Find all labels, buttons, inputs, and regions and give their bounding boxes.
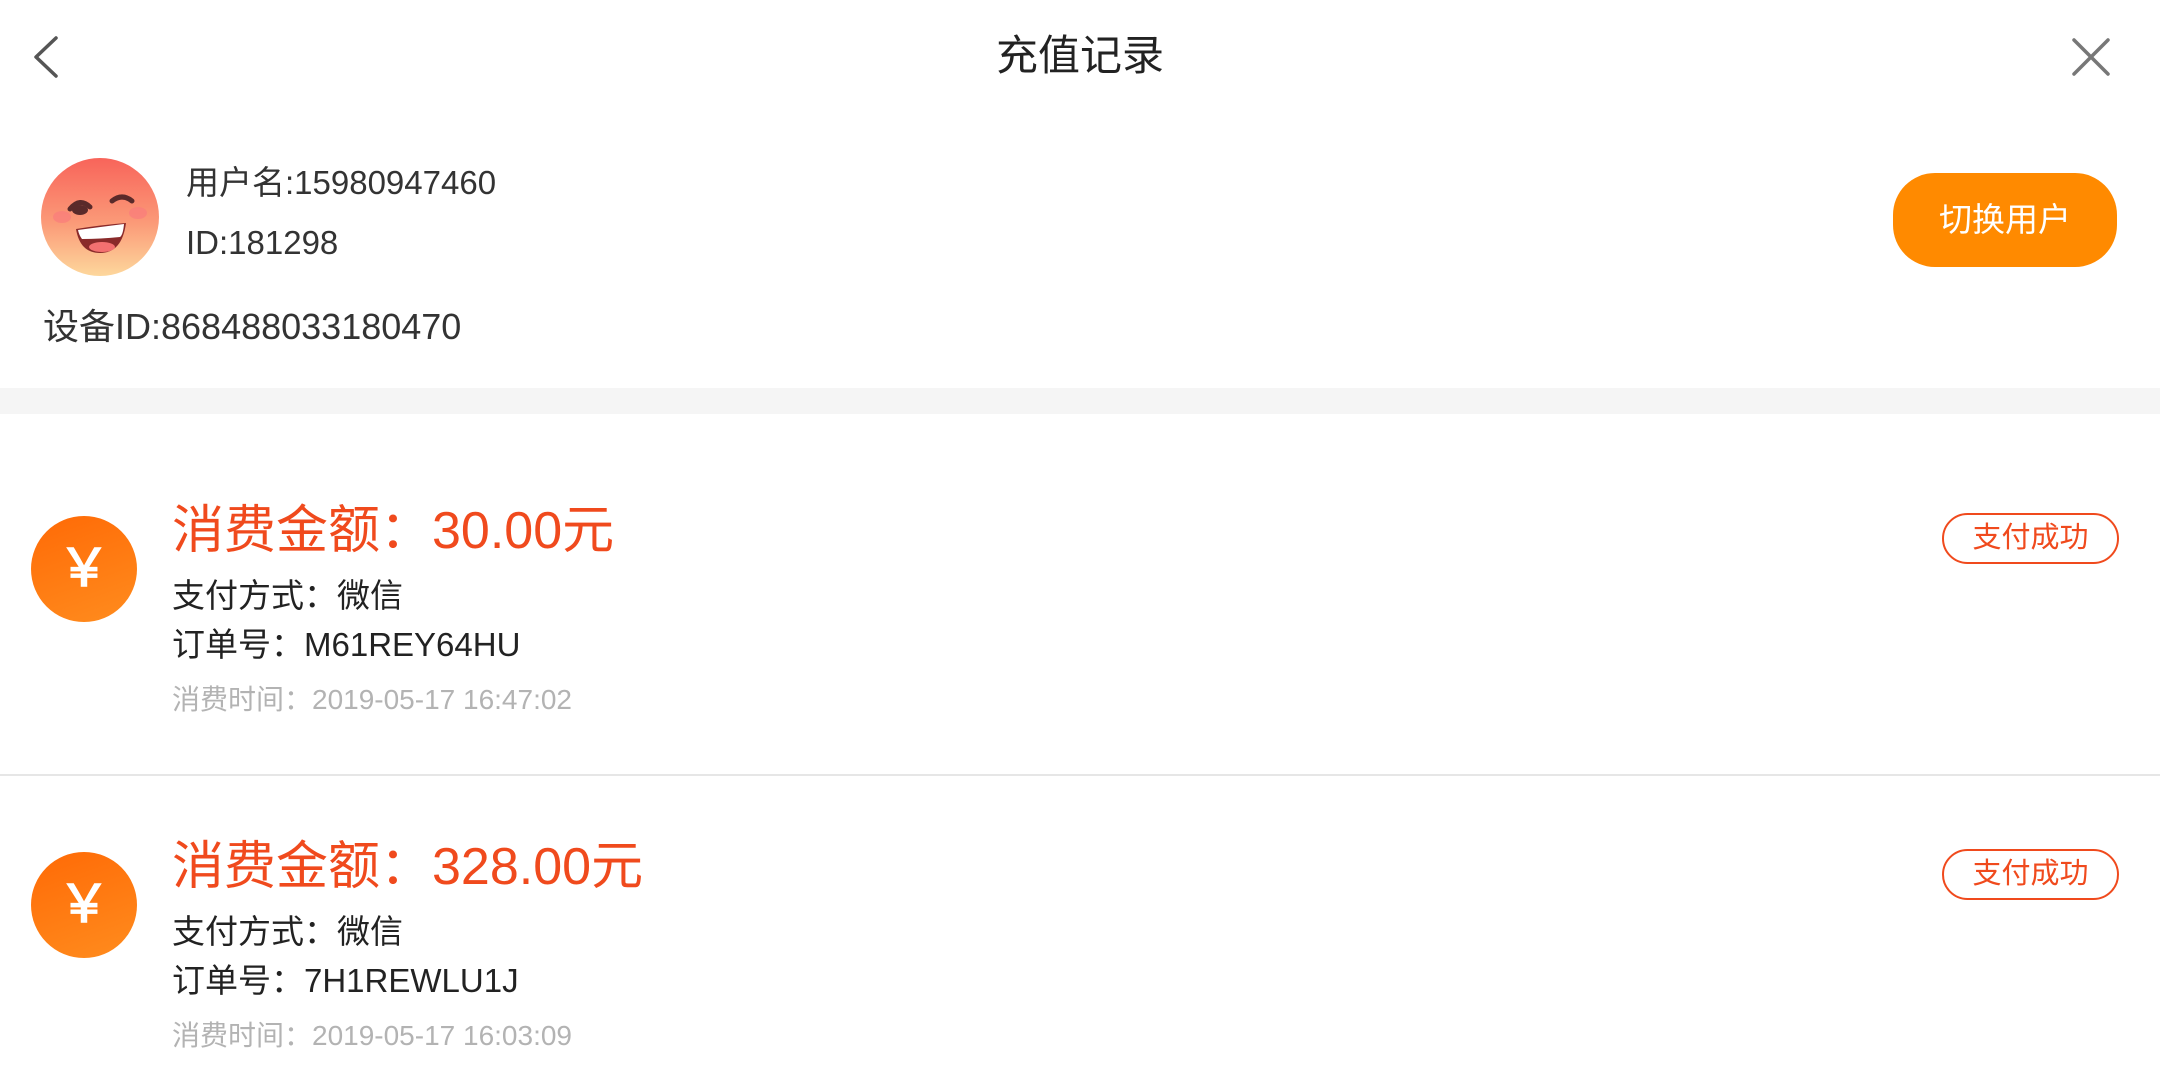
username-text: 用户名:15980947460 [186,164,497,201]
status-badge: 支付成功 [1942,513,2119,564]
page-title: 充值记录 [995,32,1164,79]
user-id-text: ID:181298 [186,224,339,261]
device-id-text: 设备ID:868488033180470 [43,306,462,347]
amount-value: 30.00元 [432,502,615,560]
yen-icon: ￥ [31,516,137,622]
avatar [40,157,160,277]
order-number-text: 订单号：7H1REWLU1J [172,962,519,999]
amount-label: 消费金额： [172,502,433,560]
amount-text: 消费金额：30.00元 [172,499,614,563]
list-item[interactable]: ￥ 消费金额：30.00元 支付方式：微信 订单号：M61REY64HU 消费时… [0,440,2160,776]
list-item[interactable]: ￥ 消费金额：328.00元 支付方式：微信 订单号：7H1REWLU1J 消费… [0,776,2160,1080]
winking-face-avatar [41,158,159,276]
order-number-text: 订单号：M61REY64HU [172,626,521,663]
switch-user-button[interactable]: 切换用户 [1893,173,2117,267]
top-bar: 充值记录 [0,0,2160,112]
amount-value: 328.00元 [432,838,644,896]
yen-icon: ￥ [31,852,137,958]
section-divider [0,388,2160,414]
status-badge: 支付成功 [1942,849,2119,900]
amount-text: 消费金额：328.00元 [172,835,643,899]
close-button[interactable] [2068,34,2114,80]
purchase-time-text: 消费时间：2019-05-17 16:47:02 [172,684,572,715]
close-icon [2072,38,2110,76]
purchase-time-text: 消费时间：2019-05-17 16:03:09 [172,1020,572,1051]
payment-method-text: 支付方式：微信 [172,577,403,614]
payment-method-text: 支付方式：微信 [172,913,403,950]
amount-label: 消费金额： [172,838,433,896]
recharge-record-list: ￥ 消费金额：30.00元 支付方式：微信 订单号：M61REY64HU 消费时… [0,414,2160,1080]
